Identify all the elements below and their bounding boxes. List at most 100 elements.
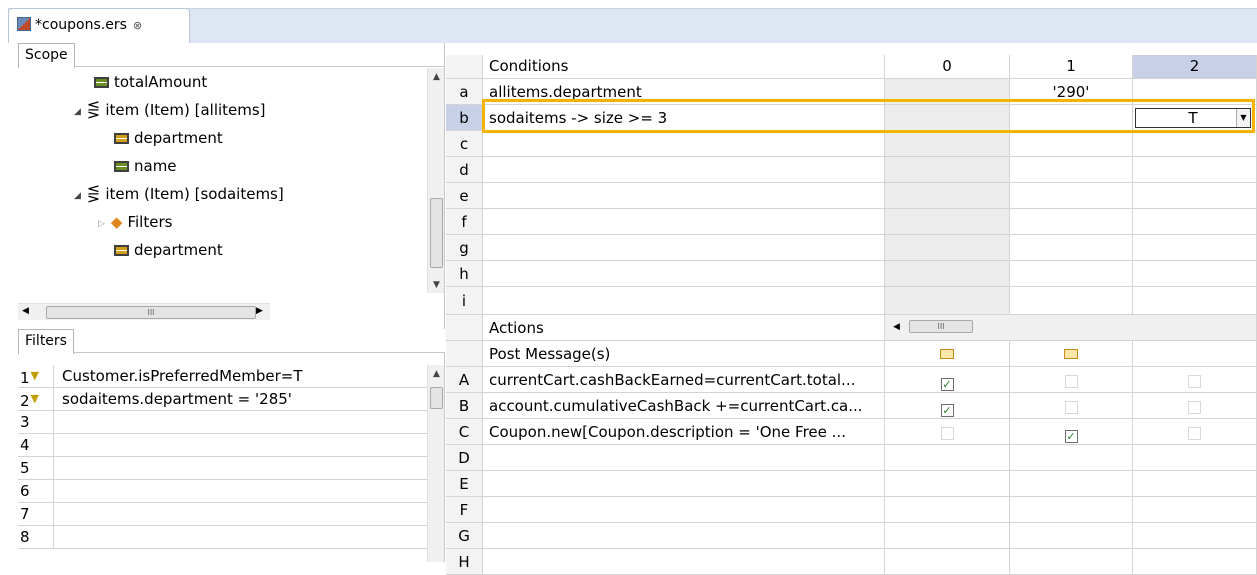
filter-row[interactable]: 5: [18, 457, 428, 480]
condition-expression[interactable]: [483, 287, 885, 315]
envelope-icon[interactable]: [1064, 349, 1078, 359]
action-row-label[interactable]: C: [446, 419, 483, 445]
scope-tab[interactable]: Scope: [18, 43, 75, 68]
action-value-cell[interactable]: [885, 445, 1010, 471]
action-expression[interactable]: [483, 497, 885, 523]
action-value-cell[interactable]: [1010, 523, 1133, 549]
post-message-cell-0[interactable]: [885, 341, 1010, 367]
action-value-cell[interactable]: [1133, 497, 1257, 523]
chevron-down-icon[interactable]: ▼: [1236, 109, 1250, 127]
hscroll-thumb[interactable]: III: [46, 306, 256, 319]
action-value-cell[interactable]: ✓: [885, 393, 1010, 419]
condition-value-cell[interactable]: [1010, 235, 1133, 261]
condition-expression[interactable]: sodaitems -> size >= 3: [483, 105, 885, 131]
action-row-label[interactable]: E: [446, 471, 483, 497]
checkbox-unchecked[interactable]: [1188, 427, 1201, 440]
condition-value-cell[interactable]: [1133, 79, 1257, 105]
filters-vertical-scrollbar[interactable]: ▲: [427, 365, 444, 562]
action-value-cell[interactable]: [1133, 419, 1257, 445]
condition-expression[interactable]: allitems.department: [483, 79, 885, 105]
action-row-label[interactable]: H: [446, 549, 483, 575]
action-expression[interactable]: Coupon.new[Coupon.description = 'One Fre…: [483, 419, 885, 445]
scroll-down-icon[interactable]: ▼: [428, 280, 445, 290]
actions-horizontal-scrollbar[interactable]: ◀ III: [885, 315, 1257, 341]
condition-row-label[interactable]: d: [446, 157, 483, 183]
condition-row-label[interactable]: h: [446, 261, 483, 287]
condition-expression[interactable]: [483, 157, 885, 183]
filter-row[interactable]: 8: [18, 526, 428, 549]
action-expression[interactable]: account.cumulativeCashBack +=currentCart…: [483, 393, 885, 419]
action-expression[interactable]: [483, 445, 885, 471]
checkbox-checked[interactable]: ✓: [940, 404, 954, 417]
action-expression[interactable]: currentCart.cashBackEarned=currentCart.t…: [483, 367, 885, 393]
condition-value-cell[interactable]: [1010, 131, 1133, 157]
condition-value-cell[interactable]: [885, 183, 1010, 209]
action-value-cell[interactable]: [1133, 471, 1257, 497]
post-message-cell-1[interactable]: [1010, 341, 1133, 367]
checkbox-unchecked[interactable]: [940, 427, 954, 440]
action-expression[interactable]: [483, 523, 885, 549]
scroll-right-icon[interactable]: ▶: [256, 306, 263, 316]
action-value-cell[interactable]: [1010, 393, 1133, 419]
action-value-cell[interactable]: [885, 471, 1010, 497]
action-row-label[interactable]: A: [446, 367, 483, 393]
condition-value-cell[interactable]: [1010, 105, 1133, 131]
condition-row-label[interactable]: f: [446, 209, 483, 235]
condition-value-cell[interactable]: [1133, 157, 1257, 183]
tree-item-filters[interactable]: ▷ ◆ Filters: [98, 208, 172, 236]
action-value-cell[interactable]: [1010, 497, 1133, 523]
condition-value-cell[interactable]: [1010, 287, 1133, 315]
condition-value-cell[interactable]: [1133, 261, 1257, 287]
tree-item-department-2[interactable]: department: [114, 236, 223, 264]
scroll-up-icon[interactable]: ▲: [428, 369, 445, 379]
column-header-1[interactable]: 1: [1010, 55, 1133, 79]
condition-expression[interactable]: [483, 209, 885, 235]
tree-item-allitems[interactable]: ◢ ⋚ item (Item) [allitems]: [74, 96, 266, 124]
condition-value-cell[interactable]: [885, 157, 1010, 183]
tree-item-sodaitems[interactable]: ◢ ⋚ item (Item) [sodaitems]: [74, 180, 284, 208]
envelope-icon[interactable]: [940, 349, 954, 359]
scroll-left-icon[interactable]: ◀: [893, 322, 900, 332]
action-row-label[interactable]: F: [446, 497, 483, 523]
action-value-cell[interactable]: [1133, 393, 1257, 419]
action-expression[interactable]: [483, 549, 885, 575]
scroll-left-icon[interactable]: ◀: [22, 306, 29, 316]
condition-row-label[interactable]: a: [446, 79, 483, 105]
action-value-cell[interactable]: [885, 523, 1010, 549]
checkbox-unchecked[interactable]: [1188, 401, 1201, 414]
condition-value-cell[interactable]: [1133, 209, 1257, 235]
action-value-cell[interactable]: [1133, 367, 1257, 393]
close-tab-icon[interactable]: ⊗: [133, 19, 142, 32]
action-value-cell[interactable]: ✓: [1010, 419, 1133, 445]
checkbox-unchecked[interactable]: [1064, 375, 1078, 388]
filter-row[interactable]: 2▼ sodaitems.department = '285': [18, 388, 428, 411]
action-value-cell[interactable]: [1133, 445, 1257, 471]
action-value-cell[interactable]: [885, 549, 1010, 575]
scroll-thumb[interactable]: [430, 198, 443, 268]
condition-value-cell[interactable]: T ▼: [1133, 105, 1257, 131]
action-value-cell[interactable]: [1010, 367, 1133, 393]
filter-row[interactable]: 3: [18, 411, 428, 434]
checkbox-checked[interactable]: ✓: [940, 378, 954, 391]
condition-value-cell[interactable]: [885, 261, 1010, 287]
condition-value-cell[interactable]: [1010, 261, 1133, 287]
condition-row-label[interactable]: i: [446, 287, 483, 315]
condition-value-cell[interactable]: [1133, 235, 1257, 261]
condition-value-cell[interactable]: [885, 105, 1010, 131]
tree-item-totalamount[interactable]: totalAmount: [94, 68, 207, 96]
value-dropdown[interactable]: T ▼: [1135, 108, 1251, 128]
condition-expression[interactable]: [483, 131, 885, 157]
action-expression[interactable]: [483, 471, 885, 497]
action-value-cell[interactable]: [1010, 549, 1133, 575]
tree-item-department[interactable]: department: [114, 124, 223, 152]
filter-row[interactable]: 4: [18, 434, 428, 457]
condition-row-label[interactable]: g: [446, 235, 483, 261]
action-row-label[interactable]: G: [446, 523, 483, 549]
condition-value-cell[interactable]: '290': [1010, 79, 1133, 105]
filter-row[interactable]: 7: [18, 503, 428, 526]
condition-value-cell[interactable]: [1133, 287, 1257, 315]
checkbox-unchecked[interactable]: [1188, 375, 1201, 388]
scope-vertical-scrollbar[interactable]: ▲ ▼: [427, 68, 444, 293]
checkbox-unchecked[interactable]: [1064, 401, 1078, 414]
scope-horizontal-scrollbar[interactable]: ◀ III ▶: [18, 303, 270, 320]
